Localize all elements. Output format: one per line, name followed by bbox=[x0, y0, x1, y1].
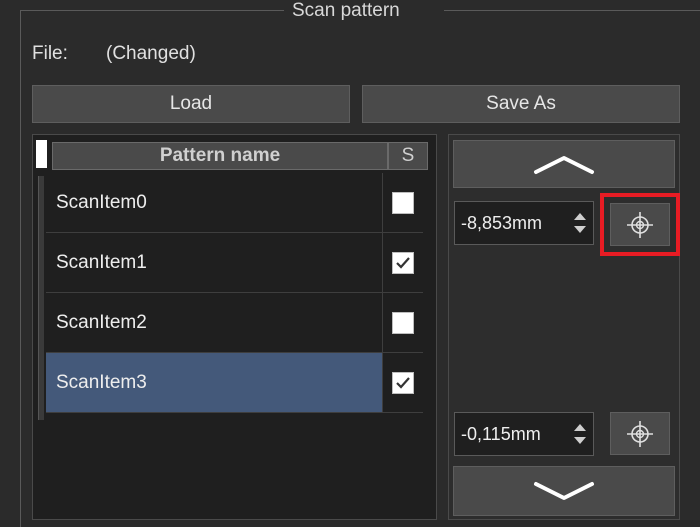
select-cell[interactable] bbox=[383, 353, 423, 412]
select-cell[interactable] bbox=[383, 293, 423, 352]
group-frame-left bbox=[20, 10, 21, 527]
chevron-down-icon bbox=[534, 482, 594, 500]
crosshair-icon bbox=[627, 420, 653, 447]
pattern-name: ScanItem1 bbox=[56, 251, 147, 273]
pattern-name-cell[interactable]: ScanItem2 bbox=[46, 293, 383, 352]
pattern-name-cell[interactable]: ScanItem3 bbox=[46, 353, 383, 412]
pattern-name: ScanItem2 bbox=[56, 311, 147, 333]
spin-up-icon[interactable] bbox=[574, 213, 586, 220]
select-checkbox[interactable] bbox=[392, 371, 414, 394]
select-cell[interactable] bbox=[383, 233, 423, 292]
group-frame-top-right bbox=[444, 10, 700, 11]
load-button[interactable]: Load bbox=[32, 85, 350, 123]
lower-position-value[interactable]: -0,115mm bbox=[461, 424, 567, 445]
file-label: File: bbox=[32, 43, 68, 64]
spin-down-icon[interactable] bbox=[574, 437, 586, 444]
position-panel bbox=[448, 134, 680, 520]
upper-target-button[interactable] bbox=[610, 203, 670, 246]
pattern-name: ScanItem0 bbox=[56, 191, 147, 213]
save-as-button[interactable]: Save As bbox=[362, 85, 680, 123]
crosshair-icon bbox=[627, 211, 653, 238]
column-header-s[interactable]: S bbox=[388, 142, 428, 170]
list-corner-marker bbox=[36, 140, 47, 168]
lower-position-spinbox[interactable]: -0,115mm bbox=[454, 412, 594, 456]
move-down-button[interactable] bbox=[453, 466, 675, 516]
select-checkbox[interactable] bbox=[392, 191, 414, 214]
upper-position-spinbox[interactable]: -8,853mm bbox=[454, 201, 594, 245]
select-checkbox[interactable] bbox=[392, 311, 414, 334]
select-checkbox[interactable] bbox=[392, 251, 414, 274]
pattern-name-cell[interactable]: ScanItem1 bbox=[46, 233, 383, 292]
table-row[interactable]: ScanItem0 bbox=[46, 173, 423, 233]
chevron-up-icon bbox=[534, 156, 594, 174]
table-row[interactable]: ScanItem2 bbox=[46, 293, 423, 353]
move-up-button[interactable] bbox=[453, 140, 675, 188]
spin-up-icon[interactable] bbox=[574, 424, 586, 431]
column-header-pattern-name[interactable]: Pattern name bbox=[52, 142, 388, 170]
pattern-name: ScanItem3 bbox=[56, 371, 147, 393]
upper-position-value[interactable]: -8,853mm bbox=[461, 213, 567, 234]
spin-down-icon[interactable] bbox=[574, 226, 586, 233]
table-row[interactable]: ScanItem3 bbox=[46, 353, 423, 413]
checkmark-icon bbox=[396, 256, 410, 269]
lower-target-button[interactable] bbox=[610, 412, 670, 455]
list-scrollbar[interactable] bbox=[38, 176, 44, 420]
checkmark-icon bbox=[396, 376, 410, 389]
select-cell[interactable] bbox=[383, 173, 423, 232]
group-frame-top-left bbox=[20, 10, 284, 11]
group-title: Scan pattern bbox=[284, 0, 408, 22]
table-row[interactable]: ScanItem1 bbox=[46, 233, 423, 293]
pattern-name-cell[interactable]: ScanItem0 bbox=[46, 173, 383, 232]
file-value: (Changed) bbox=[106, 43, 196, 64]
